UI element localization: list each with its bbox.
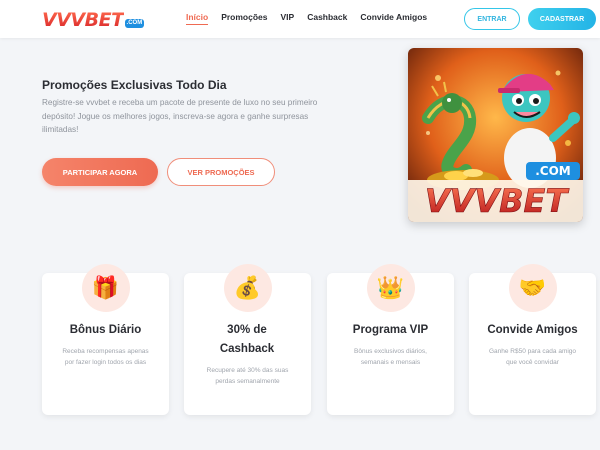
nav-item-cashback[interactable]: Cashback (307, 12, 347, 25)
feature-card-cashback[interactable]: 💰 30% de Cashback Recupere até 30% das s… (184, 264, 311, 415)
feature-description: Receba recompensas apenas por fazer logi… (62, 348, 149, 366)
feature-description: Recupere até 30% das suas perdas semanal… (206, 367, 289, 385)
view-promotions-button[interactable]: VER PROMOÇÕES (167, 158, 275, 186)
nav-item-inicio[interactable]: Início (186, 12, 209, 25)
hero-title: Promoções Exclusivas Todo Dia (42, 78, 227, 92)
feature-title: Bônus Diário (69, 324, 142, 336)
money-bag-icon: 💰 (223, 264, 272, 312)
handshake-icon: 🤝 (508, 264, 557, 312)
logo-domain-badge: .COM (124, 19, 145, 28)
feature-card-daily-bonus[interactable]: 🎁 Bônus Diário Receba recompensas apenas… (42, 264, 169, 415)
feature-card-vip[interactable]: 👑 Programa VIP Bônus exclusivos diários,… (327, 264, 454, 415)
feature-card-invite-friends[interactable]: 🤝 Convide Amigos Ganhe R$50 para cada am… (469, 264, 596, 415)
crown-icon: 👑 (366, 264, 415, 312)
feature-title: Programa VIP (352, 324, 429, 336)
feature-title: Convide Amigos (487, 324, 578, 336)
promo-banner-image[interactable]: .COM VVVBET (408, 48, 583, 222)
site-logo[interactable]: VVVBET .COM (42, 8, 145, 31)
top-header: VVVBET .COM Início Promoções VIP Cashbac… (0, 0, 600, 38)
main-nav: Início Promoções VIP Cashback Convide Am… (186, 12, 440, 25)
feature-description: Bônus exclusivos diários, semanais e men… (354, 348, 427, 366)
hero-description: Registre-se vvvbet e receba um pacote de… (42, 98, 318, 134)
logo-text: VVVBET (42, 9, 124, 31)
signup-button[interactable]: CADASTRAR (528, 8, 596, 30)
login-button[interactable]: ENTRAR (464, 8, 520, 30)
participate-now-button[interactable]: PARTICIPAR AGORA (42, 158, 158, 186)
banner-brand-text: VVVBET (425, 182, 570, 220)
banner-domain-text: .COM (535, 164, 571, 178)
nav-item-vip[interactable]: VIP (281, 12, 295, 25)
feature-description: Ganhe R$50 para cada amigo que você conv… (488, 348, 577, 366)
nav-item-convide-amigos[interactable]: Convide Amigos (360, 12, 427, 25)
gift-icon: 🎁 (81, 264, 130, 312)
nav-item-promocoes[interactable]: Promoções (221, 12, 267, 25)
feature-title: 30% de Cashback (219, 324, 275, 355)
